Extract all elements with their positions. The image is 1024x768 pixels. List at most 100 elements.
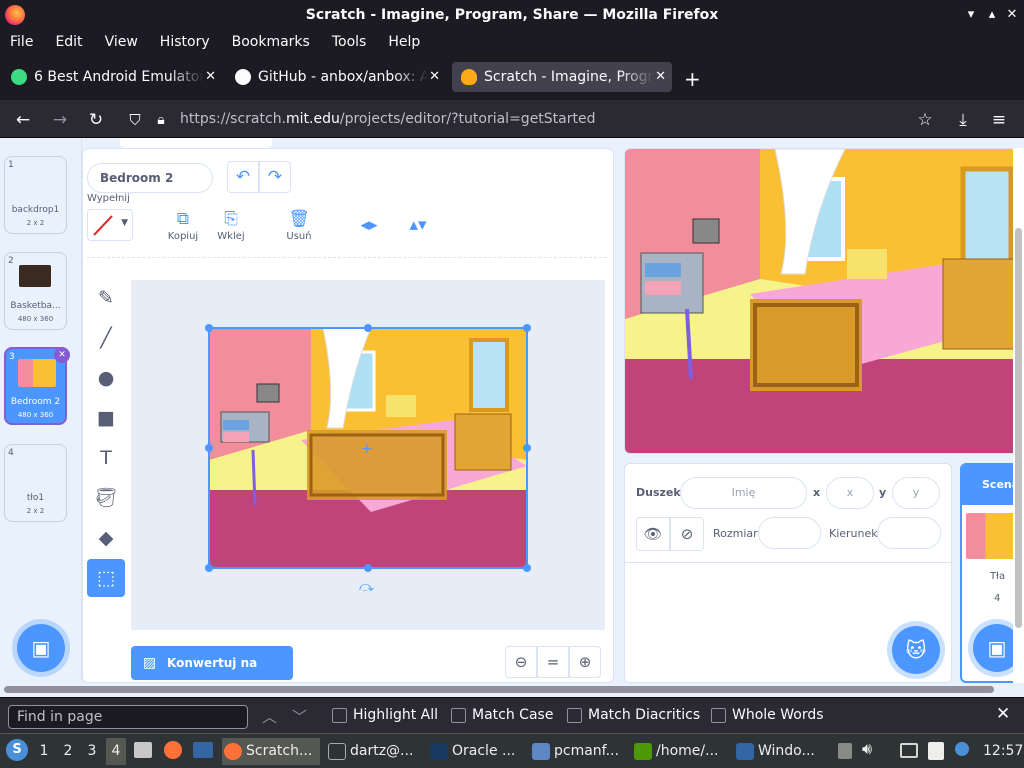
costume-tile-4[interactable]: 4 tło1 2 x 2 xyxy=(4,444,67,522)
add-costume-button[interactable]: ▣ xyxy=(17,624,65,672)
menu-view[interactable]: View xyxy=(105,30,138,54)
close-find-bar-icon[interactable]: ✕ xyxy=(996,704,1010,724)
copy-button[interactable]: ⧉ Kopiuj xyxy=(163,209,203,245)
tab-close-icon[interactable]: ✕ xyxy=(205,62,216,92)
divider xyxy=(625,562,951,563)
line-tool[interactable]: ╱ xyxy=(87,319,125,357)
maximize-icon[interactable]: ▴ xyxy=(983,6,1001,24)
find-previous-icon[interactable]: ︿ xyxy=(262,706,277,727)
battery-icon[interactable] xyxy=(838,743,852,759)
display-icon[interactable] xyxy=(900,743,918,758)
close-icon[interactable]: ✕ xyxy=(1003,6,1021,24)
highlight-all-checkbox[interactable]: Highlight All xyxy=(332,707,438,723)
zoom-in-button[interactable]: ⊕ xyxy=(569,646,601,678)
firefox-launcher-icon[interactable] xyxy=(164,741,182,759)
task-pcmanfm[interactable]: pcmanf... xyxy=(530,738,626,765)
task-home-terminal[interactable]: /home/... xyxy=(632,738,728,765)
y-label: y xyxy=(879,486,887,499)
text-tool[interactable]: T xyxy=(87,439,125,477)
whole-words-checkbox[interactable]: Whole Words xyxy=(711,707,824,723)
menu-bookmarks[interactable]: Bookmarks xyxy=(232,30,310,54)
direction-input[interactable] xyxy=(877,517,941,549)
workspace-2[interactable]: 2 xyxy=(58,738,78,765)
workspace-4[interactable]: 4 xyxy=(106,738,126,765)
circle-tool[interactable]: ● xyxy=(87,359,125,397)
bedroom-image: ⤼ + xyxy=(205,324,531,595)
bookmark-star-icon[interactable]: ☆ xyxy=(914,109,936,131)
url-bar[interactable]: https://scratch.mit.edu/projects/editor/… xyxy=(170,104,950,134)
menu-history[interactable]: History xyxy=(160,30,210,54)
drawing-canvas[interactable]: ⤼ + xyxy=(131,280,605,630)
rectangle-tool[interactable]: ■ xyxy=(87,399,125,437)
workspace-3[interactable]: 3 xyxy=(82,738,102,765)
menu-tools[interactable]: Tools xyxy=(332,30,367,54)
reload-icon[interactable]: ↻ xyxy=(85,109,107,131)
volume-icon[interactable]: 🔊︎ xyxy=(862,739,872,759)
find-next-icon[interactable]: ﹀ xyxy=(292,706,307,727)
convert-to-vector-button[interactable]: ▨ Konwertuj na wektor xyxy=(131,646,293,680)
start-menu-icon[interactable]: S xyxy=(6,739,28,761)
page-vertical-scrollbar[interactable] xyxy=(1013,148,1024,683)
costume-list: 1 backdrop1 2 x 2 2 Basketba... 480 x 36… xyxy=(0,138,82,683)
flip-horizontal-button[interactable]: ◂▸ xyxy=(349,215,389,251)
add-sprite-button[interactable]: 🐱︎ xyxy=(892,626,940,674)
costume-tile-2[interactable]: 2 Basketba... 480 x 360 xyxy=(4,252,67,330)
back-icon[interactable]: ← xyxy=(12,109,34,131)
sprite-name-input[interactable]: Imię xyxy=(680,477,807,509)
tab-github-anbox[interactable]: GitHub - anbox/anbox: An ✕ xyxy=(226,62,446,92)
tab-close-icon[interactable]: ✕ xyxy=(429,62,440,92)
match-diacritics-checkbox[interactable]: Match Diacritics xyxy=(567,707,700,723)
flip-vertical-button[interactable]: ▴▾ xyxy=(398,215,438,251)
menu-help[interactable]: Help xyxy=(388,30,420,54)
forward-icon[interactable]: → xyxy=(49,109,71,131)
clipboard-icon[interactable] xyxy=(928,742,944,760)
task-oracle[interactable]: Oracle ... xyxy=(428,738,524,765)
menu-edit[interactable]: Edit xyxy=(55,30,82,54)
lock-icon[interactable]: 🔒︎ xyxy=(150,109,172,131)
fill-color-picker[interactable]: ▼ xyxy=(87,209,133,241)
minimize-icon[interactable]: ▾ xyxy=(962,6,980,24)
fill-tool[interactable]: 🪣︎ xyxy=(87,479,125,517)
zoom-reset-button[interactable]: = xyxy=(537,646,569,678)
tab-close-icon[interactable]: ✕ xyxy=(655,62,666,92)
clock[interactable]: 12:57 xyxy=(983,738,1023,765)
match-case-checkbox[interactable]: Match Case xyxy=(451,707,553,723)
file-manager-launcher-icon[interactable] xyxy=(134,742,152,758)
downloads-icon[interactable]: ⤓ xyxy=(952,109,974,131)
delete-button[interactable]: 🗑︎ Usuń xyxy=(279,209,319,245)
menu-hamburger-icon[interactable]: ≡ xyxy=(988,109,1010,131)
show-desktop-icon[interactable] xyxy=(193,742,213,758)
task-windows[interactable]: Windo... xyxy=(734,738,830,765)
network-icon[interactable] xyxy=(955,742,969,756)
task-terminal[interactable]: dartz@... xyxy=(326,738,422,765)
hide-sprite-icon[interactable]: ⊘ xyxy=(670,517,704,551)
eraser-tool[interactable]: ◆ xyxy=(87,519,125,557)
costume-name-input[interactable]: Bedroom 2 xyxy=(87,163,213,193)
y-input[interactable]: y xyxy=(892,477,940,509)
x-label: x xyxy=(813,486,821,499)
select-tool[interactable]: ⬚ xyxy=(87,559,125,597)
brush-tool[interactable]: ✎ xyxy=(87,279,125,317)
tab-scratch[interactable]: Scratch - Imagine, Program ✕ xyxy=(452,62,672,92)
workspace-1[interactable]: 1 xyxy=(34,738,54,765)
stage-preview[interactable] xyxy=(624,148,1024,454)
zoom-out-button[interactable]: ⊖ xyxy=(505,646,537,678)
shield-icon[interactable]: ⛉ xyxy=(124,109,146,131)
costume-tile-1[interactable]: 1 backdrop1 2 x 2 xyxy=(4,156,67,234)
x-input[interactable]: x xyxy=(826,477,874,509)
find-input[interactable]: Find in page xyxy=(8,705,248,729)
task-scratch[interactable]: Scratch... xyxy=(222,738,320,765)
costume-tile-3[interactable]: 3 Bedroom 2 480 x 360 ✕ xyxy=(4,347,70,425)
fill-label: Wypełnij xyxy=(87,193,130,204)
show-sprite-icon[interactable]: 👁︎ xyxy=(636,517,670,551)
page-horizontal-scrollbar[interactable] xyxy=(0,683,1024,697)
new-tab-icon[interactable]: + xyxy=(684,67,701,91)
undo-button[interactable]: ↶ xyxy=(227,161,259,193)
menu-file[interactable]: File xyxy=(10,30,33,54)
delete-costume-icon[interactable]: ✕ xyxy=(54,347,70,363)
paste-button[interactable]: ⎘ Wklej xyxy=(211,209,251,245)
redo-button[interactable]: ↷ xyxy=(259,161,291,193)
size-input[interactable] xyxy=(758,517,821,549)
tab-android-emulators[interactable]: 6 Best Android Emulators ✕ xyxy=(2,62,222,92)
menu-bar: File Edit View History Bookmarks Tools H… xyxy=(0,30,1024,54)
